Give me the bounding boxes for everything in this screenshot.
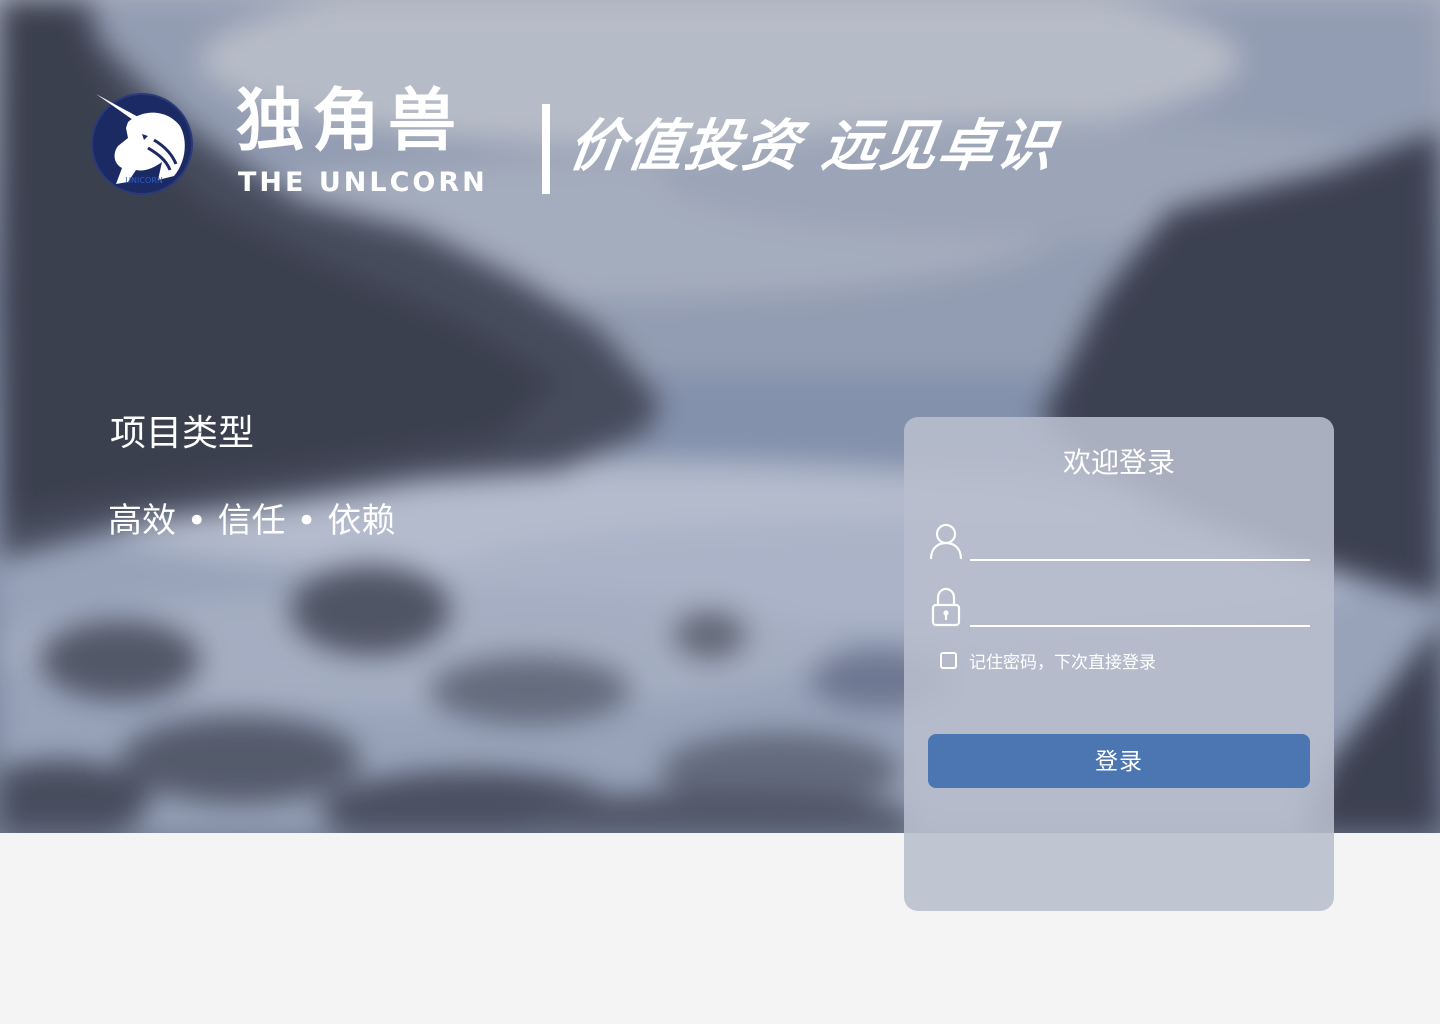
project-type-heading: 项目类型 bbox=[110, 413, 255, 454]
login-title: 欢迎登录 bbox=[1062, 446, 1175, 479]
brand-name-chinese: 独角兽 bbox=[236, 82, 465, 161]
logo-text: UNICORN bbox=[125, 176, 163, 185]
login-panel: 欢迎登录 记住密码，下次直接登录 登录 bbox=[904, 417, 1334, 911]
brand-divider bbox=[542, 104, 550, 194]
password-input[interactable] bbox=[970, 591, 1310, 627]
unicorn-logo-icon: UNICORN bbox=[91, 93, 193, 195]
login-page: UNICORN 独角兽 THE UNLCORN 价值投资 远见卓识 项目类型 高… bbox=[0, 0, 1440, 1024]
tagline: 高效 • 信任 • 依赖 bbox=[108, 501, 396, 541]
user-icon bbox=[929, 523, 963, 560]
remember-password-label: 记住密码，下次直接登录 bbox=[969, 652, 1156, 673]
login-button[interactable]: 登录 bbox=[928, 734, 1310, 788]
username-field-row bbox=[928, 519, 1310, 563]
password-field-row bbox=[928, 585, 1310, 629]
checkbox-icon[interactable] bbox=[940, 651, 957, 669]
brand-slogan: 价值投资 远见卓识 bbox=[564, 113, 1060, 179]
username-input[interactable] bbox=[970, 525, 1310, 561]
remember-password-option[interactable]: 记住密码，下次直接登录 bbox=[940, 647, 1156, 673]
brand-name-english: THE UNLCORN bbox=[238, 167, 488, 198]
lock-icon bbox=[931, 587, 961, 627]
